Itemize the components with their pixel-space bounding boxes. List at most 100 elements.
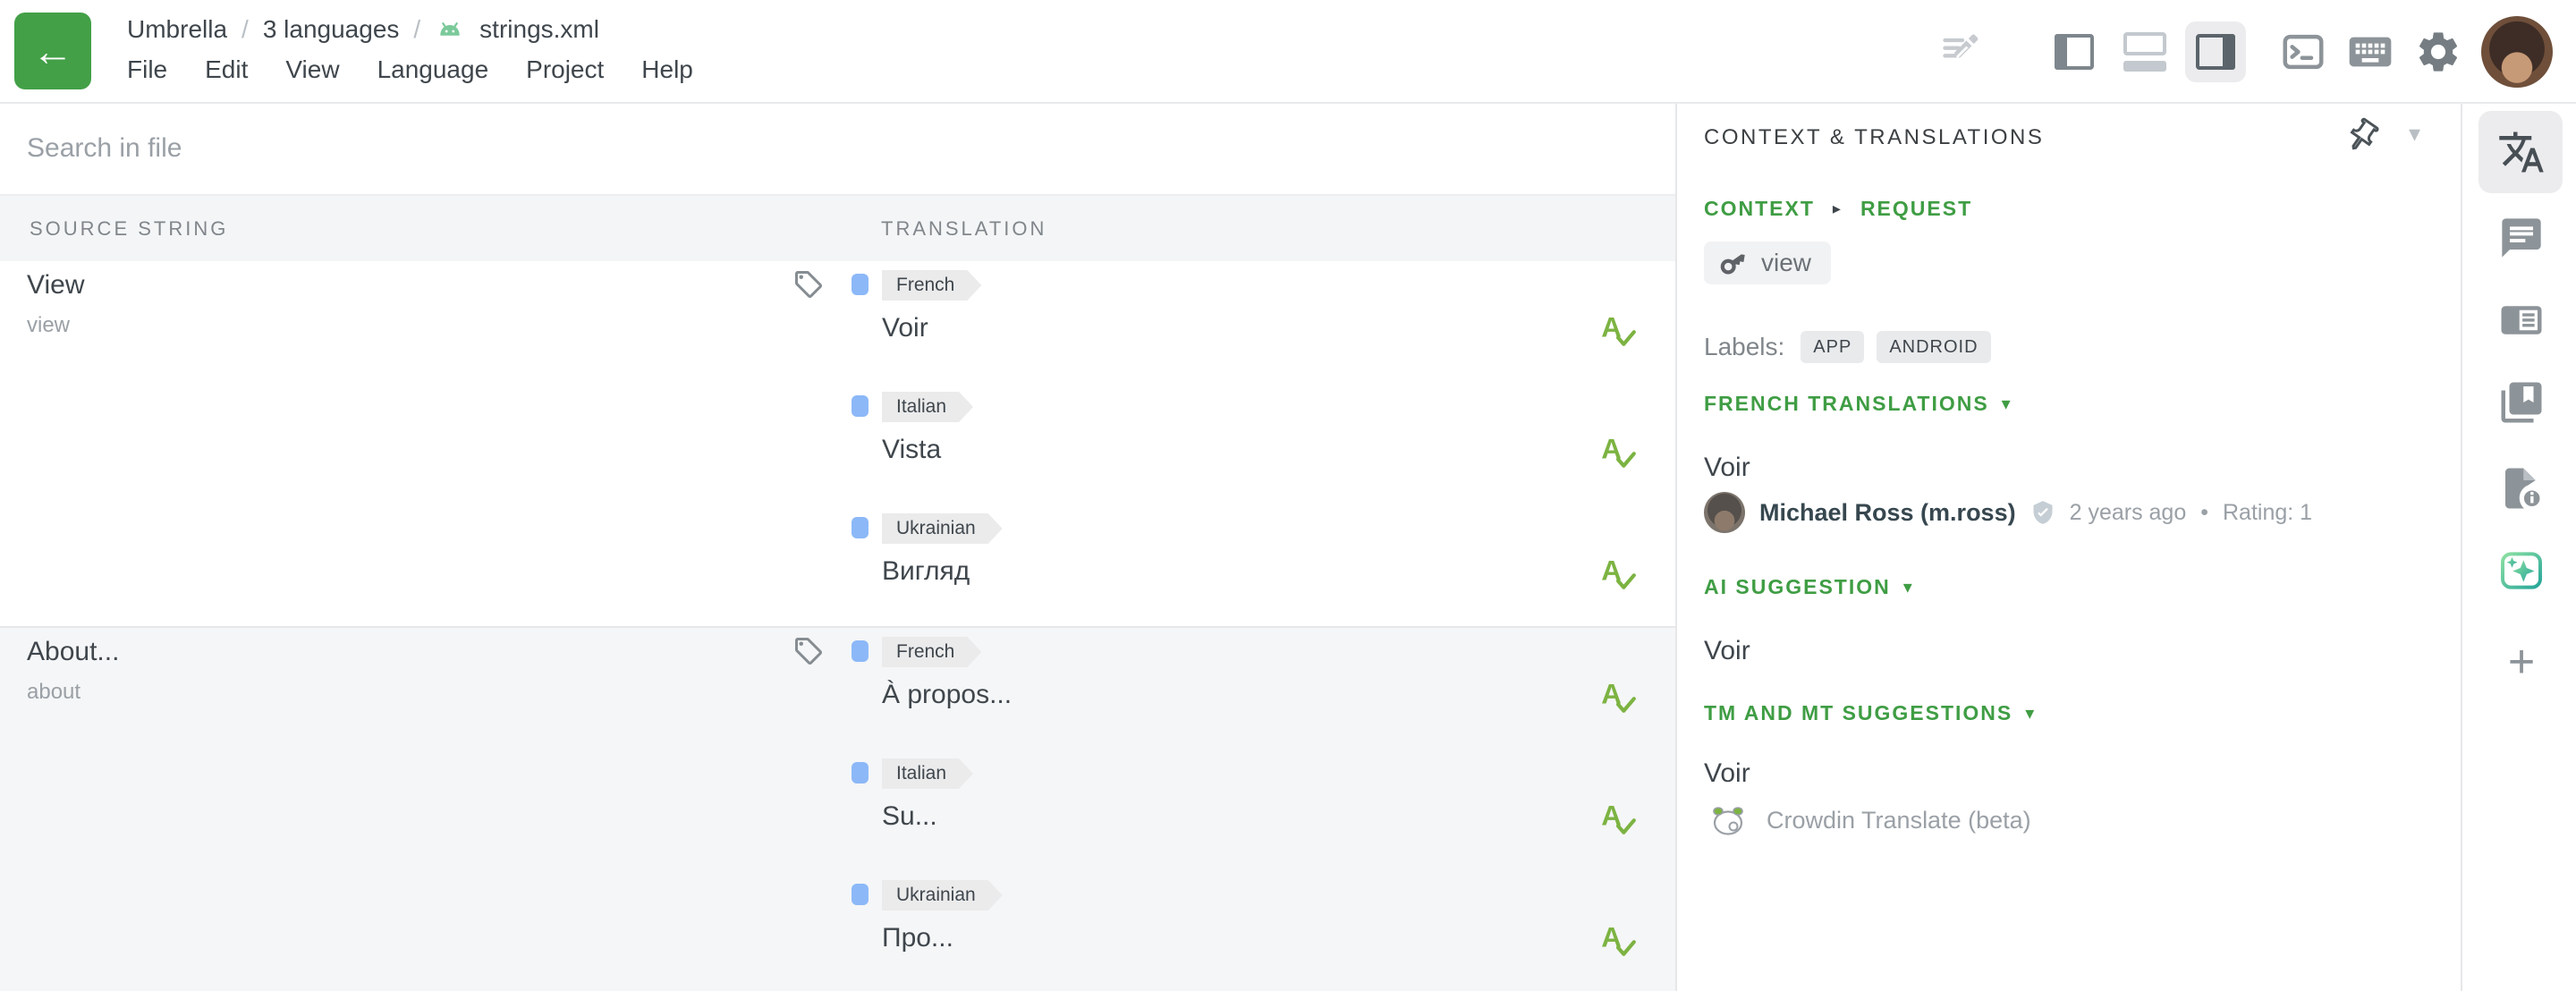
tools-sidebar: +	[2461, 104, 2576, 991]
language-tag: Ukrainian	[882, 513, 1003, 544]
translation-status-indicator	[852, 274, 869, 295]
breadcrumb-languages[interactable]: 3 languages	[263, 15, 400, 44]
search-input[interactable]	[27, 127, 402, 170]
translation-author-row: Michael Ross (m.ross) 2 years ago • Rati…	[1704, 492, 2312, 533]
console-icon[interactable]	[2273, 21, 2334, 82]
translation-subrow[interactable]: Ukrainian Про... A	[787, 871, 1675, 991]
file-info-tool-icon[interactable]	[2496, 463, 2546, 513]
settings-gear-icon[interactable]	[2408, 21, 2469, 82]
translation-status-indicator	[852, 395, 869, 417]
translation-status-indicator	[852, 640, 869, 662]
add-tool-icon[interactable]: +	[2496, 637, 2546, 687]
menu-language[interactable]: Language	[377, 55, 489, 84]
breadcrumb-file[interactable]: strings.xml	[479, 15, 599, 44]
author-avatar[interactable]	[1704, 492, 1745, 533]
comfortable-mode-icon[interactable]	[2114, 21, 2175, 82]
approve-translation-icon[interactable]: A	[1597, 308, 1638, 353]
breadcrumb-separator: /	[413, 15, 420, 44]
meta-dot: •	[2200, 500, 2208, 526]
approve-translation-icon[interactable]: A	[1597, 674, 1638, 720]
translation-header: TRANSLATION	[881, 217, 1046, 241]
approve-translation-icon[interactable]: A	[1597, 551, 1638, 597]
author-name[interactable]: Michael Ross (m.ross)	[1759, 499, 2016, 527]
language-tag: Ukrainian	[882, 880, 1003, 911]
layout-rows-icon	[2123, 32, 2166, 72]
draft-translations-icon[interactable]	[1932, 21, 1993, 82]
tm-provider-name[interactable]: Crowdin Translate (beta)	[1767, 807, 2031, 834]
translation-time: 2 years ago	[2070, 500, 2187, 526]
ai-suggestion-section-header[interactable]: AI SUGGESTION ▾	[1704, 575, 1914, 599]
language-tag: French	[882, 637, 981, 667]
tm-provider-row: Crowdin Translate (beta)	[1709, 803, 2031, 837]
translation-status-indicator	[852, 762, 869, 783]
source-text: View	[27, 270, 84, 301]
translations-column: French Voir A Italian Vista A Ukrainian …	[787, 261, 1675, 626]
panel-collapse-caret[interactable]: ▾	[2409, 120, 2420, 148]
translation-subrow[interactable]: French À propos... A	[787, 628, 1675, 750]
table-header: SOURCE STRING TRANSLATION	[0, 194, 1675, 261]
translation-text[interactable]: Вигляд	[882, 556, 970, 587]
multilingual-mode-icon[interactable]	[2185, 21, 2246, 82]
translation-status-indicator	[852, 517, 869, 538]
tm-suggestion-text[interactable]: Voir	[1704, 758, 1750, 789]
french-translations-section-header[interactable]: FRENCH TRANSLATIONS ▾	[1704, 392, 2012, 416]
approve-translation-icon[interactable]: A	[1597, 918, 1638, 963]
ai-suggestions-tool-icon[interactable]	[2496, 546, 2546, 596]
string-key-pill[interactable]: view	[1704, 241, 1831, 284]
breadcrumb: Umbrella / 3 languages / strings.xml	[127, 14, 599, 45]
side-by-side-mode-icon[interactable]	[2044, 21, 2105, 82]
translation-text[interactable]: Про...	[882, 923, 953, 953]
user-avatar[interactable]	[2481, 16, 2553, 88]
translation-rating: Rating: 1	[2223, 500, 2312, 526]
pin-icon[interactable]	[2337, 111, 2387, 161]
menu-project[interactable]: Project	[526, 55, 604, 84]
labels-title: Labels:	[1704, 333, 1784, 361]
translation-status-indicator	[852, 884, 869, 905]
translation-text[interactable]: Voir	[882, 313, 928, 343]
tab-arrow-icon: ▸	[1833, 199, 1843, 218]
menu-view[interactable]: View	[285, 55, 339, 84]
translation-subrow[interactable]: French Voir A	[787, 261, 1675, 383]
layout-left-icon	[2055, 34, 2094, 70]
approve-translation-icon[interactable]: A	[1597, 796, 1638, 842]
string-row[interactable]: About... about French À propos... A Ital…	[0, 626, 1675, 991]
terms-tool-icon[interactable]	[2496, 295, 2546, 345]
tm-mt-suggestions-section-header[interactable]: TM AND MT SUGGESTIONS ▾	[1704, 701, 2036, 725]
back-button[interactable]: ←	[14, 13, 91, 89]
language-tag: French	[882, 270, 981, 301]
tab-context[interactable]: CONTEXT	[1704, 197, 1815, 221]
comments-tool-icon[interactable]	[2496, 213, 2546, 263]
label-chip-android[interactable]: ANDROID	[1877, 331, 1990, 363]
translation-subrow[interactable]: Ukrainian Вигляд A	[787, 504, 1675, 626]
language-tag: Italian	[882, 758, 973, 789]
tab-request[interactable]: REQUEST	[1860, 197, 1972, 221]
editor-toolbar: 4 4 + − ⋮	[0, 104, 1675, 194]
approve-translation-icon[interactable]: A	[1597, 429, 1638, 475]
translate-tool-icon[interactable]	[2496, 127, 2546, 177]
section-title: AI SUGGESTION	[1704, 575, 1891, 599]
panel-title: CONTEXT & TRANSLATIONS	[1704, 125, 2044, 150]
panel-tabs: CONTEXT ▸ REQUEST	[1704, 197, 1972, 221]
translation-subrow[interactable]: Italian Vista A	[787, 383, 1675, 504]
translation-text[interactable]: Su...	[882, 801, 937, 832]
translation-subrow[interactable]: Italian Su... A	[787, 750, 1675, 871]
menu-edit[interactable]: Edit	[205, 55, 248, 84]
shield-check-icon	[2030, 500, 2055, 525]
menu-file[interactable]: File	[127, 55, 167, 84]
string-row[interactable]: View view French Voir A Italian Vista A	[0, 261, 1675, 626]
translation-text[interactable]: Vista	[882, 435, 941, 465]
context-panel: CONTEXT & TRANSLATIONS ▾ CONTEXT ▸ REQUE…	[1675, 104, 2461, 991]
breadcrumb-project[interactable]: Umbrella	[127, 15, 227, 44]
layout-right-icon	[2196, 34, 2235, 70]
section-title: TM AND MT SUGGESTIONS	[1704, 701, 2012, 725]
french-translation-text[interactable]: Voir	[1704, 453, 1750, 483]
glossary-tool-icon[interactable]	[2496, 377, 2546, 428]
section-caret-icon: ▾	[2025, 702, 2036, 724]
translation-text[interactable]: À propos...	[882, 680, 1012, 710]
android-file-icon	[435, 14, 465, 45]
section-caret-icon: ▾	[2002, 393, 2012, 415]
label-chip-app[interactable]: APP	[1801, 331, 1864, 363]
keyboard-shortcuts-icon[interactable]	[2340, 21, 2401, 82]
ai-suggestion-text[interactable]: Voir	[1704, 636, 1750, 666]
menu-help[interactable]: Help	[641, 55, 693, 84]
